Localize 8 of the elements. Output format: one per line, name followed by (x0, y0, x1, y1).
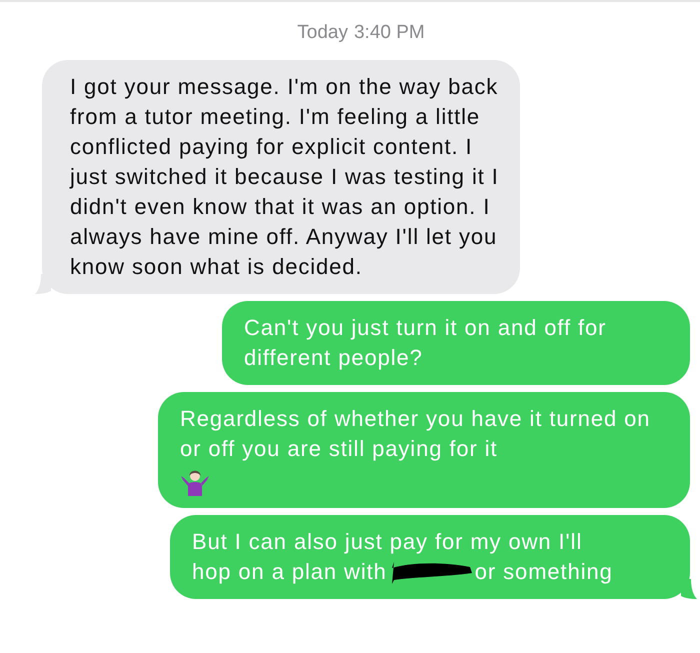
message-text: hop on a plan with (192, 559, 387, 584)
message-text: or something (474, 559, 613, 584)
message-text: Regardless of whether you have it turned on or off you are still paying for it (180, 406, 650, 461)
message-text: Can't you just turn it on and off for different people? (244, 315, 606, 370)
timestamp-day: Today (297, 22, 348, 44)
message-text: I got your message. I'm on the way back from a tutor meeting. I'm feeling a little conflicted paying for explicit content. I just switched it because I was testing it I didn't even know that it was an option. I always have mine off. Anyway I'll let you know soon what is decided. (70, 74, 499, 279)
message-text: But I can also just pay for my own I'll (192, 528, 582, 556)
timestamp-time: 3:40 PM (354, 22, 425, 44)
